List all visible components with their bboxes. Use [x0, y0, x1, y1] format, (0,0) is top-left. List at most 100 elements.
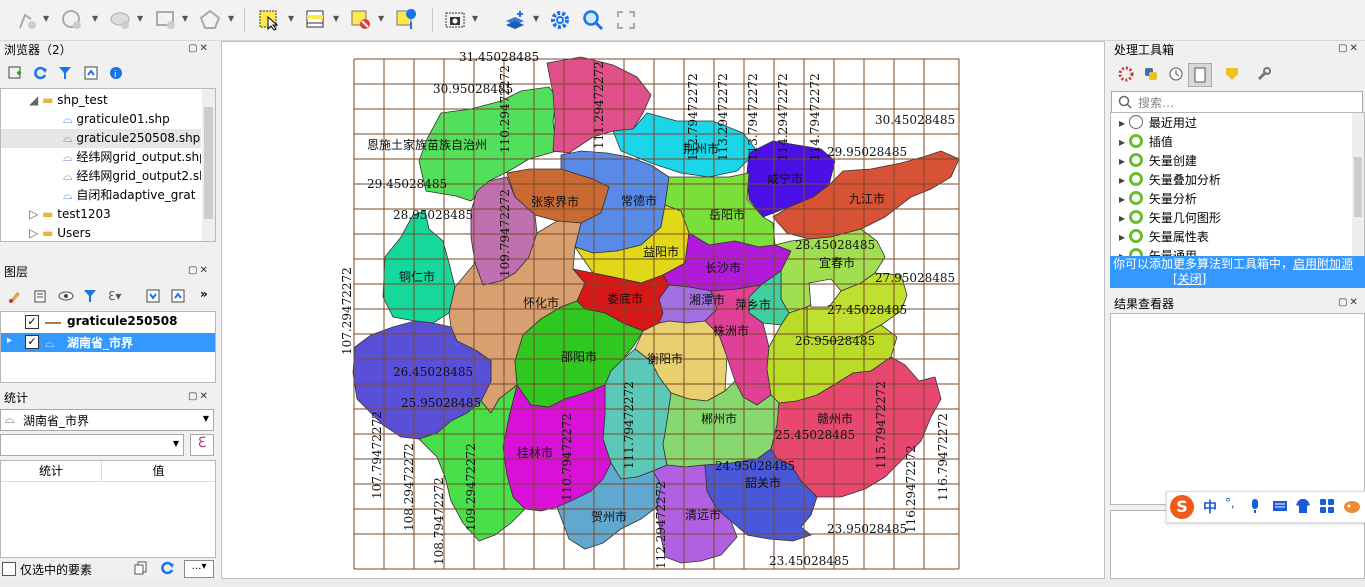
gear-icon[interactable] — [548, 8, 572, 32]
collapse-all-icon[interactable] — [84, 66, 98, 83]
chevron-right-icon[interactable]: ▸ — [1119, 135, 1129, 149]
add-group-icon[interactable] — [33, 289, 47, 306]
digitize-line-icon[interactable] — [16, 8, 40, 32]
chevron-down-icon[interactable]: ▼ — [333, 14, 339, 23]
search-icon[interactable] — [581, 8, 605, 32]
column-header-stat[interactable]: 统计 — [1, 461, 102, 482]
layer-row-selected[interactable]: ▸ ✓ ⌓ 湖南省_市界 — [1, 333, 215, 352]
processing-search-input[interactable]: 搜索… — [1111, 91, 1363, 113]
panel-float-close-icon[interactable]: ▢✕ — [188, 43, 210, 54]
filter-icon[interactable] — [83, 289, 97, 306]
tree-item-grid-output[interactable]: ⌓ 经纬网grid_output.shp — [63, 148, 201, 167]
processing-item[interactable]: ▸ 矢量属性表 — [1119, 228, 1209, 247]
chevron-down-icon[interactable]: ▼ — [228, 14, 234, 23]
stats-field-combo[interactable]: ▼ — [0, 434, 184, 456]
panel-float-close-icon[interactable]: ▢✕ — [1338, 297, 1360, 308]
chevron-down-icon[interactable]: ▼ — [288, 14, 294, 23]
filter-icon[interactable] — [58, 66, 72, 83]
add-circle-icon[interactable] — [60, 8, 84, 32]
add-layer-icon[interactable] — [503, 8, 527, 32]
map-canvas[interactable]: 恩施土家族苗族自治州 荆州市 咸宁市 九江市 张家界市 常德市 岳阳市 益阳市 长沙市 宜春市 铜仁… — [221, 41, 1105, 579]
ime-toolbar[interactable]: S 中 °, — [1166, 491, 1365, 523]
expand-all-icon[interactable] — [146, 289, 160, 306]
processing-scrollbar[interactable] — [1352, 113, 1364, 256]
chevron-right-icon[interactable]: ▸ — [1119, 116, 1129, 130]
tree-item-test1203[interactable]: ▷ ▬ test1203 — [29, 205, 111, 224]
chevron-down-icon[interactable]: ▼ — [43, 14, 49, 23]
selected-only-checkbox[interactable] — [2, 562, 16, 576]
enable-sources-link[interactable]: 启用附加源 — [1293, 257, 1353, 271]
python-icon[interactable] — [1143, 66, 1159, 85]
close-notice-link[interactable]: [关闭] — [1173, 272, 1206, 286]
layer-checkbox[interactable]: ✓ — [25, 335, 39, 349]
ime-mode-label[interactable]: 中 — [1203, 497, 1217, 517]
mascot-icon[interactable] — [1343, 498, 1361, 517]
chevron-down-icon[interactable]: ▼ — [137, 14, 143, 23]
panel-float-close-icon[interactable]: ▢✕ — [1338, 43, 1360, 54]
panel-float-close-icon[interactable]: ▢✕ — [188, 265, 210, 276]
punctuation-icon[interactable]: °, — [1225, 496, 1235, 510]
copy-icon[interactable] — [134, 561, 148, 578]
add-rect-icon[interactable] — [154, 8, 178, 32]
more-icon[interactable]: » — [200, 287, 208, 301]
chevron-down-icon[interactable]: ▼ — [533, 14, 539, 23]
chevron-down-icon[interactable]: ▼ — [378, 14, 384, 23]
chevron-right-icon[interactable]: ▸ — [1119, 211, 1129, 225]
map-svg[interactable]: 恩施土家族苗族自治州 荆州市咸宁市九江市张家界市 常德市岳阳市益阳市长沙市 宜春市铜仁… — [222, 42, 1104, 578]
chevron-right-icon[interactable]: ▸ — [7, 335, 12, 346]
chevron-right-icon[interactable]: ▸ — [1119, 230, 1129, 244]
processing-item[interactable]: ▸ 矢量叠加分析 — [1119, 171, 1221, 190]
tree-item-users[interactable]: ▷ ▬ Users — [29, 224, 91, 241]
select-location-icon[interactable] — [394, 8, 418, 32]
select-features-icon[interactable] — [257, 8, 281, 32]
processing-item[interactable]: ▸ 矢量分析 — [1119, 190, 1197, 209]
sogou-logo-icon[interactable]: S — [1170, 495, 1194, 519]
history-icon[interactable] — [1168, 66, 1184, 85]
chevron-down-icon[interactable]: ▼ — [182, 14, 188, 23]
info-icon[interactable]: i — [109, 66, 123, 83]
deselect-icon[interactable] — [349, 8, 373, 32]
expression-icon[interactable]: ℇ — [190, 434, 214, 456]
keyboard-icon[interactable] — [1272, 499, 1288, 516]
chevron-right-icon[interactable]: ▸ — [1119, 154, 1129, 168]
processing-item[interactable]: ▸ 插值 — [1119, 133, 1173, 152]
chevron-down-icon[interactable]: ▼ — [472, 14, 478, 23]
eye-icon[interactable] — [58, 289, 74, 306]
add-selected-icon[interactable] — [8, 66, 22, 83]
fullscreen-icon[interactable] — [614, 8, 638, 32]
collapse-all-icon[interactable] — [171, 289, 185, 306]
attribute-table-icon[interactable] — [304, 8, 328, 32]
refresh-icon[interactable] — [160, 561, 174, 578]
expression-filter-icon[interactable]: ℇ▾ — [108, 289, 121, 303]
skin-icon[interactable] — [1295, 498, 1311, 517]
tree-item-graticule250508[interactable]: ⌓ graticule250508.shp — [1, 129, 201, 148]
chevron-right-icon[interactable]: ▸ — [1119, 173, 1129, 187]
style-manager-icon[interactable] — [8, 289, 22, 306]
wrench-icon[interactable] — [1256, 66, 1272, 85]
tree-item-grid-output2[interactable]: ⌓ 经纬网grid_output2.shp — [63, 167, 201, 186]
chevron-right-icon[interactable]: ▸ — [1119, 192, 1129, 206]
tree-item-graticule01[interactable]: ⌓ graticule01.shp — [63, 110, 170, 129]
processing-item[interactable]: ▸ 矢量几何图形 — [1119, 209, 1221, 228]
browser-scrollbar[interactable] — [202, 89, 215, 241]
panel-float-close-icon[interactable]: ▢✕ — [188, 391, 210, 402]
models-icon[interactable] — [1118, 66, 1134, 85]
processing-item[interactable]: ▸ 最近用过 — [1119, 114, 1197, 133]
tree-item-shp-test[interactable]: ◢ ▬ shp_test — [29, 91, 108, 110]
refresh-icon[interactable] — [33, 66, 47, 83]
results-viewer-toggle[interactable] — [1188, 63, 1212, 87]
layer-checkbox[interactable]: ✓ — [25, 315, 39, 329]
edit-shape-icon[interactable] — [108, 8, 132, 32]
layer-row[interactable]: ✓ graticule250508 — [1, 313, 215, 332]
regular-polygon-icon[interactable] — [198, 8, 222, 32]
more-options-button[interactable]: …▾ — [184, 560, 214, 578]
toolbox-icon[interactable] — [1319, 498, 1335, 517]
stats-layer-select[interactable]: ⌓ 湖南省_市界 ▼ — [0, 409, 214, 431]
map-tips-icon[interactable] — [443, 8, 467, 32]
microphone-icon[interactable] — [1249, 498, 1261, 517]
edit-features-icon[interactable] — [1224, 66, 1240, 85]
tree-item-adaptive-grat[interactable]: ⌓ 自闭和adaptive_grat — [63, 186, 201, 205]
chevron-down-icon[interactable]: ▼ — [92, 14, 98, 23]
processing-item[interactable]: ▸ 矢量创建 — [1119, 152, 1197, 171]
column-header-value[interactable]: 值 — [102, 461, 215, 482]
